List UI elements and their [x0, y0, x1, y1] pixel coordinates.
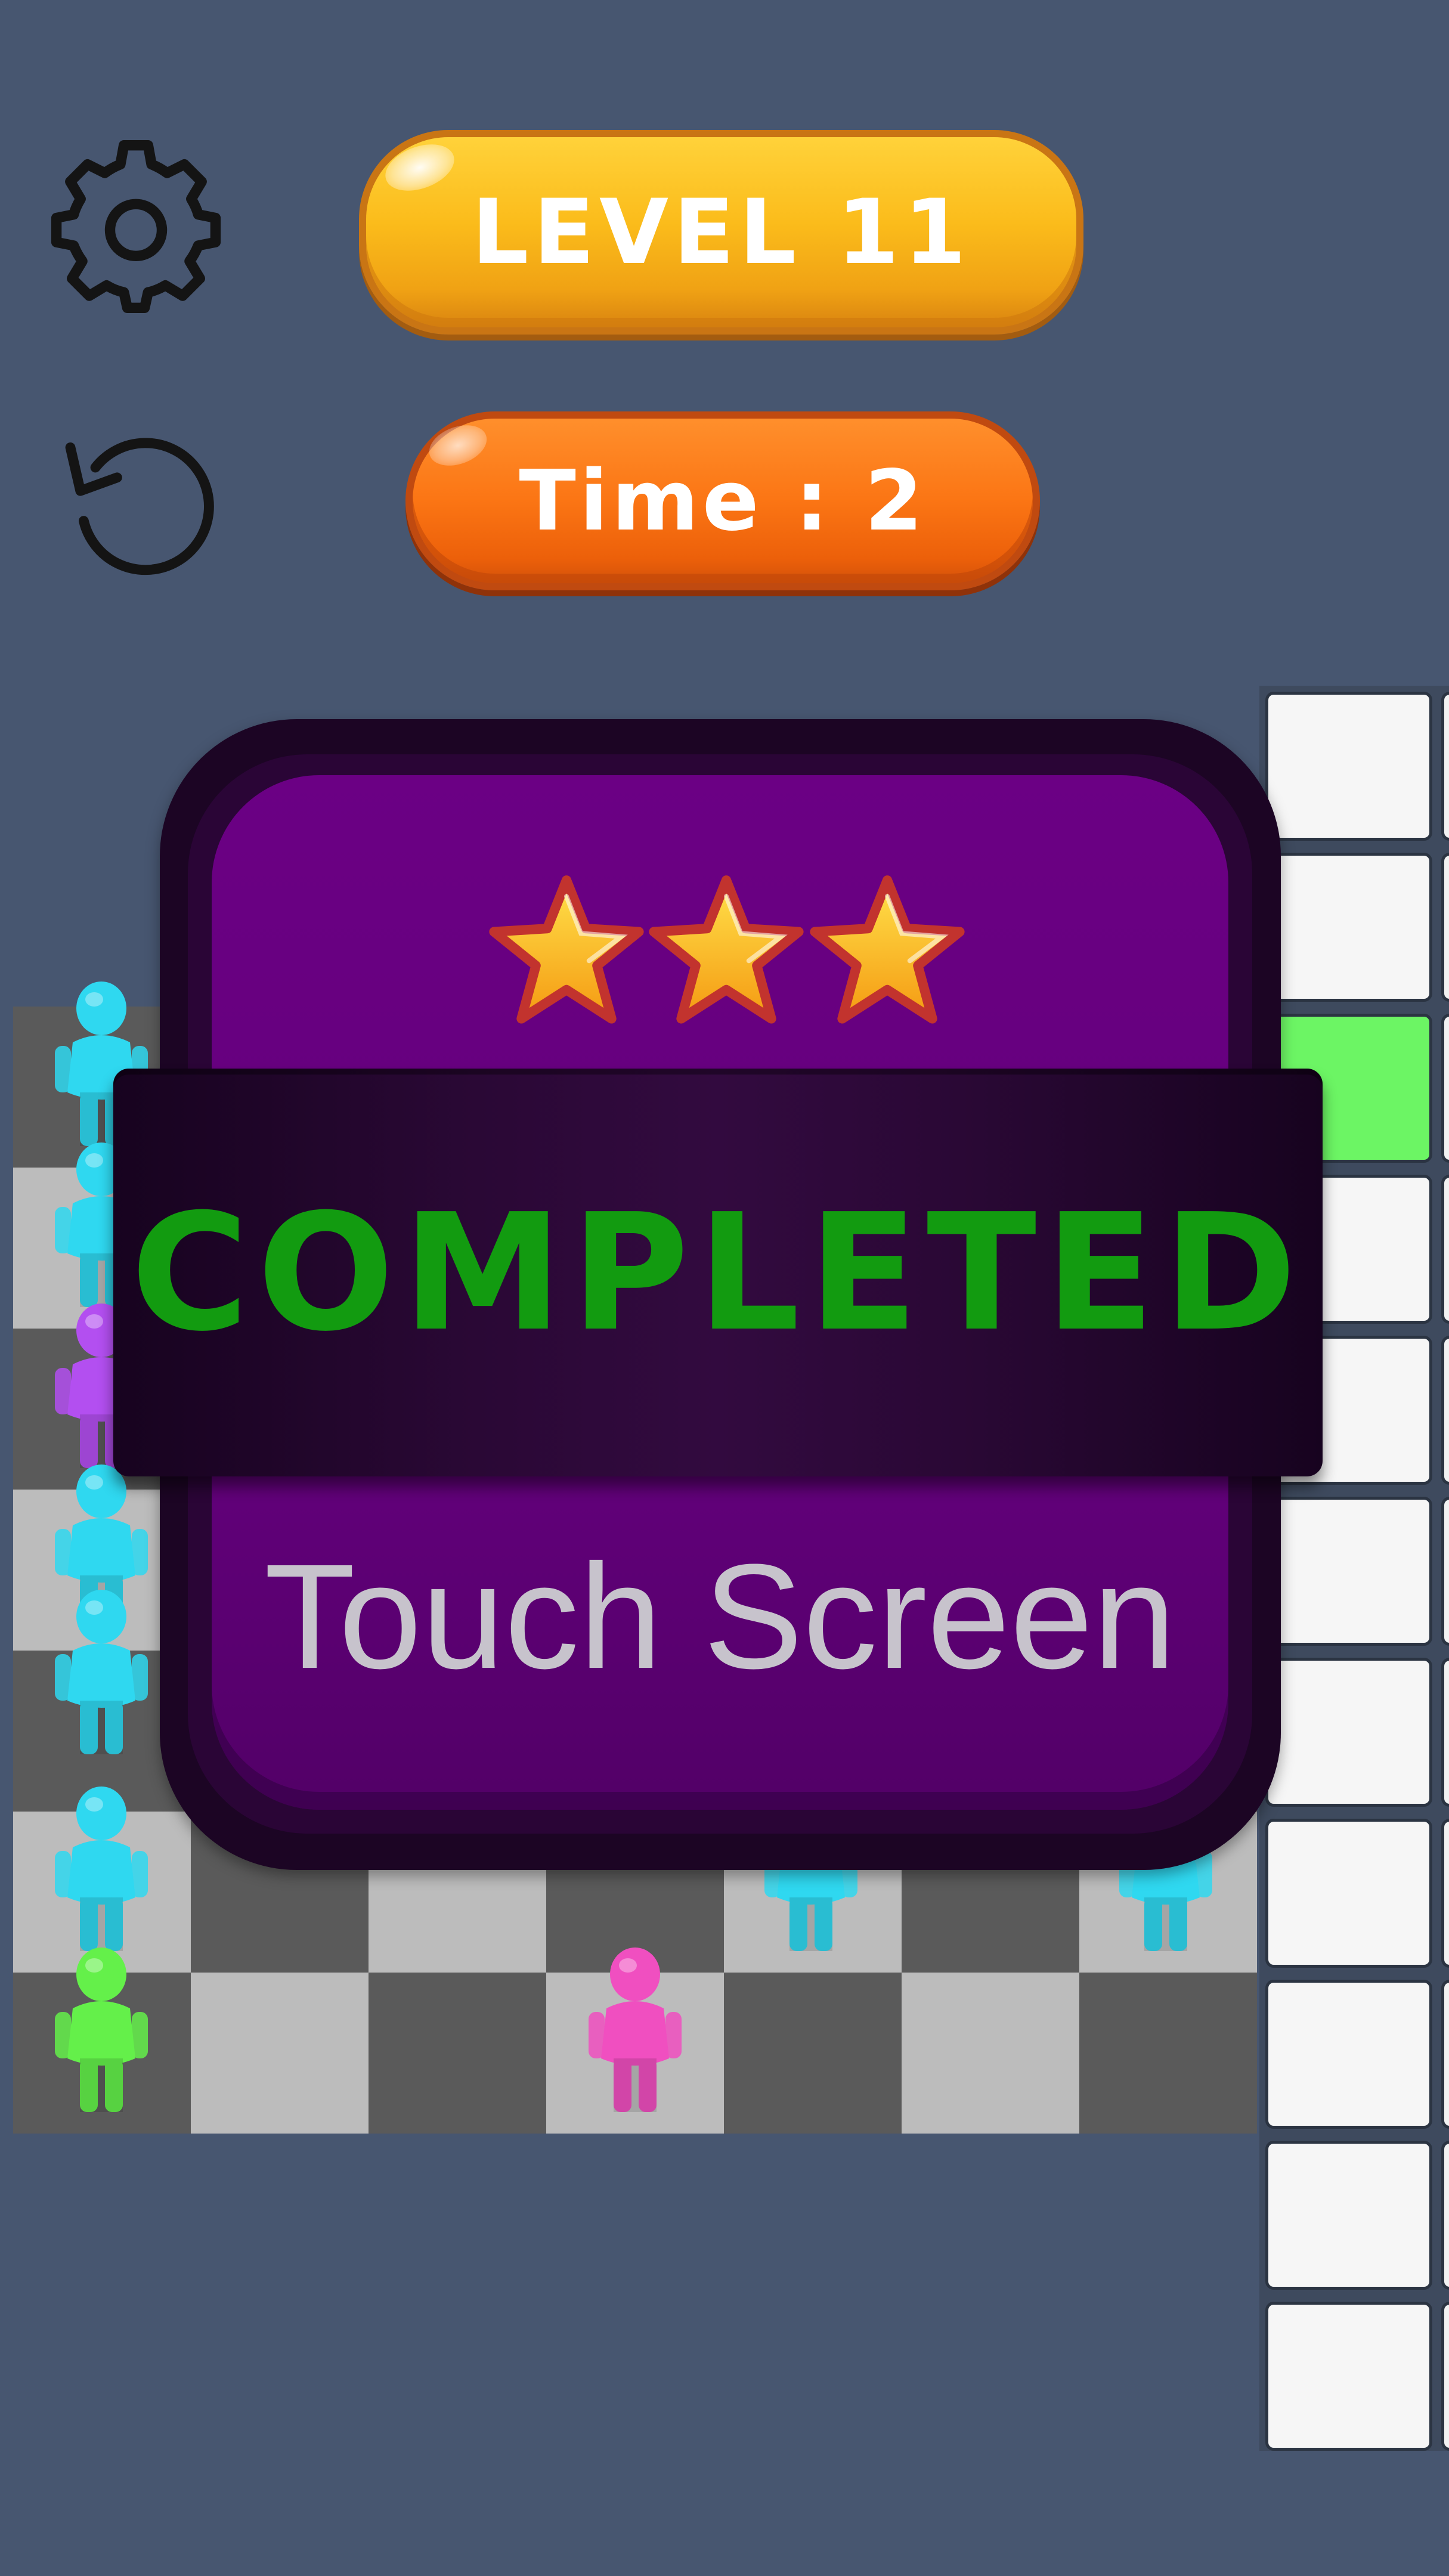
tile-edge — [1441, 2302, 1449, 2451]
star-icon — [486, 874, 647, 1029]
tile-edge — [1441, 1980, 1449, 2129]
level-indicator: LEVEL 11 — [359, 130, 1083, 335]
tile[interactable] — [1265, 2141, 1432, 2290]
gear-icon — [51, 140, 221, 313]
time-label: Time : 2 — [519, 452, 927, 550]
tile[interactable] — [1265, 1819, 1432, 1968]
tile-edge — [1441, 1658, 1449, 1807]
tile-column — [1259, 686, 1449, 2451]
level-label: LEVEL 11 — [471, 180, 971, 284]
board-cell — [902, 1973, 1079, 2134]
tile[interactable] — [1265, 1658, 1432, 1807]
character-green[interactable] — [48, 1944, 155, 2123]
board-cell — [369, 1973, 546, 2134]
tile[interactable] — [1265, 853, 1432, 1002]
board-cell — [191, 1973, 369, 2134]
time-indicator: Time : 2 — [405, 411, 1040, 590]
tile-edge — [1441, 1175, 1449, 1324]
tile[interactable] — [1265, 2302, 1432, 2451]
tile-edge — [1441, 853, 1449, 1002]
board-cell — [1079, 1973, 1257, 2134]
board-cell — [724, 1973, 902, 2134]
tile-edge — [1441, 692, 1449, 841]
tile[interactable] — [1265, 1497, 1432, 1646]
tile-edge — [1441, 1336, 1449, 1485]
star-icon — [646, 874, 807, 1029]
character-pink[interactable] — [581, 1944, 689, 2123]
tile-edge — [1441, 1819, 1449, 1968]
tile[interactable] — [1265, 1980, 1432, 2129]
settings-button[interactable] — [47, 137, 225, 316]
pill-gloss — [423, 417, 493, 473]
restart-icon — [65, 438, 214, 575]
completed-title: COMPLETED — [131, 1178, 1305, 1367]
pill-gloss — [379, 135, 461, 200]
touch-screen-prompt[interactable]: Touch Screen — [212, 1503, 1228, 1729]
tile-edge — [1441, 2141, 1449, 2290]
restart-button[interactable] — [48, 411, 227, 590]
star-icon — [807, 874, 968, 1029]
tile-edge — [1441, 1014, 1449, 1163]
character-cyan[interactable] — [48, 1586, 155, 1765]
tile-edge — [1441, 1497, 1449, 1646]
tile[interactable] — [1265, 692, 1432, 841]
character-cyan[interactable] — [48, 1783, 155, 1962]
